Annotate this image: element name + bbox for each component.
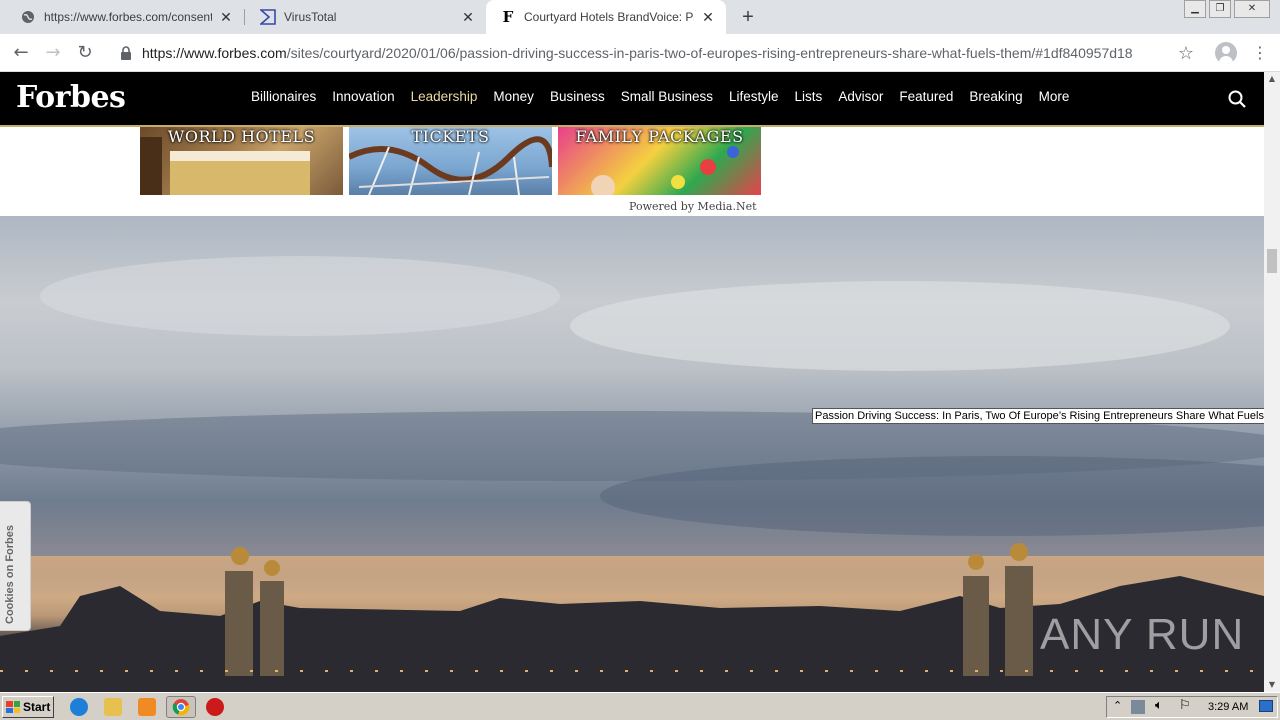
forbes-navbar: Forbes Billionaires Innovation Leadershi… [0, 72, 1264, 127]
ad-tile-tickets[interactable]: TICKETS [349, 127, 552, 195]
tab-forbes-consent[interactable]: https://www.forbes.com/consent/?t ✕ [0, 0, 244, 34]
windows-flag-icon [6, 701, 20, 713]
tab-title: https://www.forbes.com/consent/?t [44, 10, 212, 24]
network-icon[interactable] [1131, 700, 1145, 714]
tab-strip: https://www.forbes.com/consent/?t ✕ Viru… [0, 0, 1280, 34]
menu-kebab-icon[interactable]: ⋮ [1252, 42, 1268, 64]
lock-icon [121, 46, 131, 60]
url-host: https://www.forbes.com [142, 45, 287, 61]
virustotal-icon [260, 9, 276, 25]
close-icon[interactable]: ✕ [218, 9, 234, 25]
nav-item-billionaires[interactable]: Billionaires [251, 89, 316, 104]
forward-icon[interactable]: → [42, 42, 64, 64]
start-button[interactable]: Start [2, 696, 54, 718]
tray-expand-icon[interactable]: ⌃ [1113, 699, 1122, 712]
chrome-taskbar-button[interactable] [166, 696, 196, 718]
nav-item-money[interactable]: Money [493, 89, 534, 104]
file-explorer-icon[interactable] [104, 698, 122, 716]
anyrun-watermark: ANY RUN [1040, 610, 1244, 660]
back-icon[interactable]: ← [10, 42, 32, 64]
nav-item-leadership[interactable]: Leadership [411, 89, 478, 104]
profile-avatar-icon[interactable] [1215, 42, 1237, 64]
ad-caption: WORLD HOTELS [167, 127, 316, 146]
ad-caption: FAMILY PACKAGES [575, 127, 744, 146]
show-desktop-icon[interactable] [1259, 700, 1273, 712]
minimize-button[interactable]: ▁ [1184, 0, 1206, 18]
media-player-icon[interactable] [138, 698, 156, 716]
scroll-up-arrow-icon[interactable]: ▲ [1264, 72, 1280, 86]
search-icon[interactable] [1228, 90, 1246, 108]
ad-row: WORLD HOTELS TICKETS FAMILY PACKAGES Pow… [0, 127, 1264, 217]
ad-tile-family-packages[interactable]: FAMILY PACKAGES [558, 127, 761, 195]
nav-item-featured[interactable]: Featured [899, 89, 953, 104]
tab-title: VirusTotal [284, 10, 337, 24]
scroll-down-arrow-icon[interactable]: ▼ [1264, 678, 1280, 692]
close-window-button[interactable]: ✕ [1234, 0, 1270, 18]
nav-item-small-business[interactable]: Small Business [621, 89, 713, 104]
windows-taskbar: Start ⌃ 🔈︎ ⚐ 3:29 AM [0, 692, 1280, 720]
stop-shield-icon[interactable] [206, 698, 224, 716]
vertical-scrollbar[interactable]: ▲ ▼ [1264, 72, 1280, 692]
cookies-label: Cookies on Forbes [4, 524, 16, 624]
taskbar-clock[interactable]: 3:29 AM [1208, 701, 1248, 713]
internet-explorer-icon[interactable] [70, 698, 88, 716]
ad-tile-world-hotels[interactable]: WORLD HOTELS [140, 127, 343, 195]
url-text: https://www.forbes.com/sites/courtyard/2… [142, 45, 1133, 61]
browser-toolbar: ← → ↻ https://www.forbes.com/sites/court… [0, 34, 1280, 72]
powered-by-text[interactable]: Powered by Media.Net [629, 200, 757, 213]
close-icon[interactable]: ✕ [460, 9, 476, 25]
scroll-thumb[interactable] [1267, 249, 1277, 273]
nav-item-lists[interactable]: Lists [795, 89, 823, 104]
forbes-f-icon: F [502, 8, 514, 26]
page-viewport: Forbes Billionaires Innovation Leadershi… [0, 72, 1264, 692]
anyrun-watermark-text: ANY RUN [1040, 610, 1245, 659]
nav-item-business[interactable]: Business [550, 89, 605, 104]
ad-caption: TICKETS [411, 127, 490, 146]
volume-icon[interactable]: 🔈︎ [1155, 698, 1163, 713]
tab-title: Courtyard Hotels BrandVoice: Passio [524, 10, 694, 24]
bookmark-star-icon[interactable]: ☆ [1178, 43, 1194, 64]
image-tooltip: Passion Driving Success: In Paris, Two O… [812, 408, 1264, 424]
system-tray: ⌃ 🔈︎ ⚐ [1106, 696, 1278, 718]
new-tab-button[interactable]: + [738, 7, 758, 27]
address-bar[interactable]: https://www.forbes.com/sites/courtyard/2… [108, 38, 1204, 68]
tab-courtyard-forbes[interactable]: F Courtyard Hotels BrandVoice: Passio ✕ [486, 0, 726, 34]
close-icon[interactable]: ✕ [700, 9, 716, 25]
restore-button[interactable]: ❐ [1209, 0, 1231, 18]
globe-icon [20, 9, 36, 25]
forbes-logo[interactable]: Forbes [16, 80, 126, 115]
action-center-flag-icon[interactable]: ⚐ [1179, 698, 1191, 713]
chrome-icon [172, 699, 190, 716]
nav-item-innovation[interactable]: Innovation [332, 89, 394, 104]
url-path: /sites/courtyard/2020/01/06/passion-driv… [286, 45, 1133, 61]
nav-item-advisor[interactable]: Advisor [838, 89, 883, 104]
nav-item-lifestyle[interactable]: Lifestyle [729, 89, 779, 104]
cookies-on-forbes-tab[interactable]: Cookies on Forbes [0, 501, 31, 631]
nav-item-more[interactable]: More [1039, 89, 1070, 104]
start-label: Start [23, 700, 51, 714]
tab-virustotal[interactable]: VirusTotal ✕ [240, 0, 486, 34]
reload-icon[interactable]: ↻ [74, 42, 96, 64]
nav-item-breaking[interactable]: Breaking [969, 89, 1022, 104]
forbes-menu: Billionaires Innovation Leadership Money… [251, 89, 1085, 104]
